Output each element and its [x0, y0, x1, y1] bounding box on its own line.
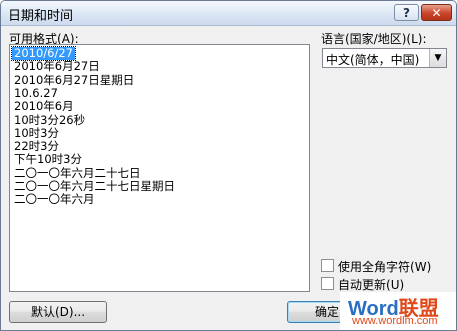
language-label-key: (L): [406, 32, 427, 46]
title-bar[interactable]: 日期和时间 ? ✕ [1, 1, 456, 26]
watermark: Word联盟 www.wordlm.com [340, 292, 456, 330]
formats-list[interactable]: 2010/6/27 2010年6月27日 2010年6月27日星期日 10.6.27 2… [9, 44, 310, 292]
autoupdate-label[interactable]: 自动更新(U) [338, 276, 404, 293]
format-list-item[interactable]: 2010/6/27 [11, 46, 76, 61]
language-select-value: 中文(简体，中国) [326, 53, 420, 67]
format-list-item[interactable]: 2010年6月27日 [12, 60, 102, 73]
chevron-down-icon[interactable]: ▼ [429, 49, 446, 67]
autoupdate-label-key: (U) [386, 278, 405, 292]
language-select[interactable]: 中文(简体，中国) ▼ [322, 48, 447, 68]
language-label: 语言(国家/地区)(L): [321, 30, 427, 47]
watermark-url: www.wordlm.com [352, 315, 438, 327]
date-time-dialog: 日期和时间 ? ✕ 可用格式(A): 2010/6/27 2010年6月27日 20… [0, 0, 457, 331]
autoupdate-label-text: 自动更新 [338, 278, 387, 292]
format-list-item[interactable]: 二〇一〇年六月 [12, 193, 97, 206]
fullwidth-label-text: 使用全角字符 [338, 260, 411, 274]
format-list-item[interactable]: 二〇一〇年六月二十七日 [12, 166, 143, 180]
help-button[interactable]: ? [394, 4, 419, 21]
format-list-item[interactable]: 10时3分 [12, 126, 61, 140]
fullwidth-checkbox[interactable] [321, 259, 334, 272]
dialog-title: 日期和时间 [8, 9, 74, 24]
format-list-item[interactable]: 2010年6月 [12, 100, 76, 113]
close-button[interactable]: ✕ [421, 4, 452, 21]
fullwidth-label-key: (W) [410, 260, 432, 274]
format-list-item[interactable]: 22时3分 [12, 140, 61, 153]
format-list-item[interactable]: 2010年6月27日星期日 [12, 73, 136, 87]
autoupdate-checkbox[interactable] [321, 277, 334, 290]
close-icon: ✕ [431, 6, 442, 20]
format-list-item[interactable]: 10时3分26秒 [12, 113, 87, 127]
language-label-text: 语言(国家/地区) [321, 32, 407, 46]
format-list-item[interactable]: 二〇一〇年六月二十七日星期日 [12, 180, 177, 193]
format-list-item[interactable]: 10.6.27 [12, 86, 60, 100]
help-icon: ? [403, 6, 410, 20]
set-default-button[interactable]: 默认(D)... [9, 301, 107, 323]
format-list-item[interactable]: 下午10时3分 [12, 153, 84, 166]
fullwidth-label[interactable]: 使用全角字符(W) [338, 258, 431, 275]
